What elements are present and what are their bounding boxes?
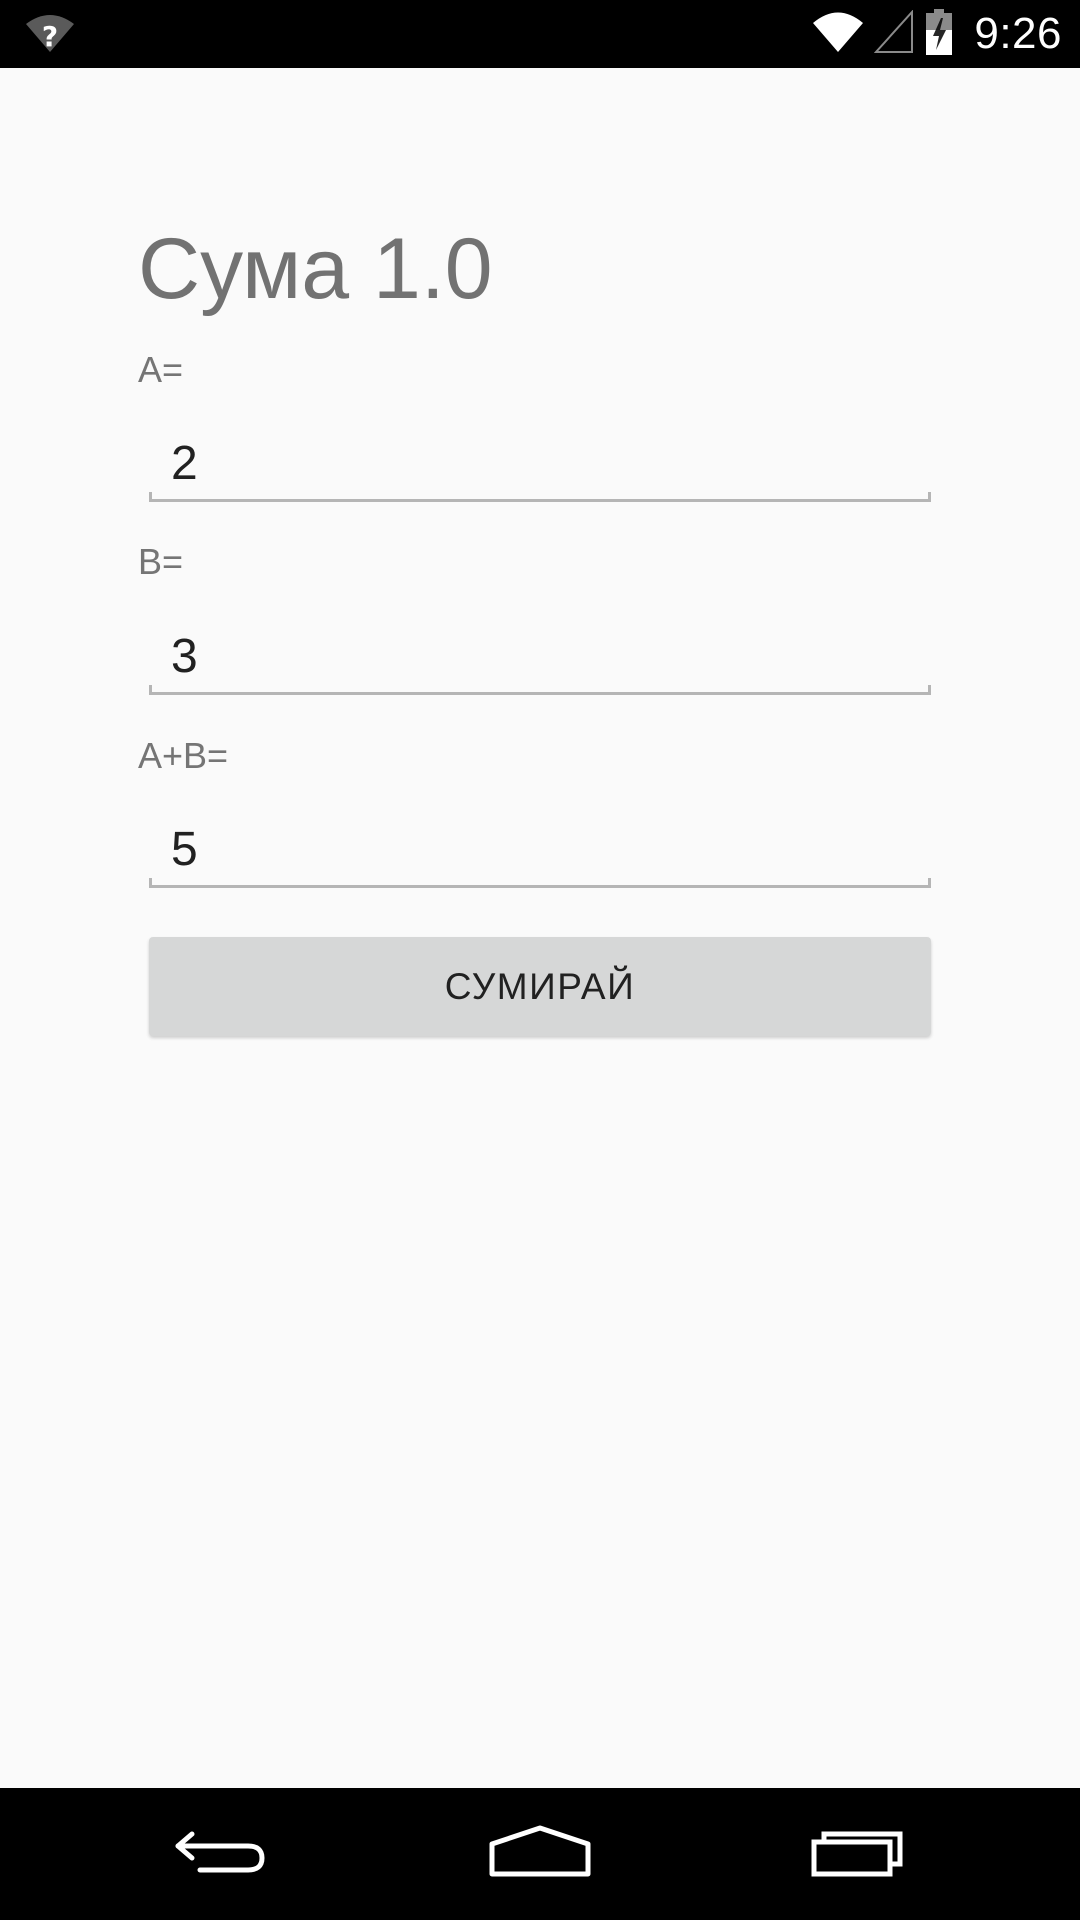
home-button[interactable] (480, 1808, 600, 1900)
cell-signal-icon (874, 9, 914, 58)
sum-input-underline (149, 878, 931, 888)
navigation-bar (0, 1788, 1080, 1920)
a-input[interactable]: 2 (149, 422, 931, 502)
sum-button[interactable]: СУМИРАЙ (149, 937, 931, 1036)
sum-input-value[interactable]: 5 (171, 826, 198, 874)
recents-icon (810, 1822, 910, 1886)
b-input[interactable]: 3 (149, 615, 931, 695)
wifi-icon (812, 10, 864, 58)
wifi-unknown-icon: ? (24, 12, 76, 56)
sum-label: A+B= (138, 735, 229, 776)
home-icon (488, 1822, 592, 1886)
status-bar: ? 9:26 (0, 0, 1080, 68)
b-input-value[interactable]: 3 (171, 633, 198, 681)
svg-text:?: ? (42, 20, 58, 53)
a-input-underline (149, 492, 931, 502)
a-input-value[interactable]: 2 (171, 440, 198, 488)
b-input-underline (149, 685, 931, 695)
status-icons: 9:26 (812, 0, 1062, 68)
status-time: 9:26 (974, 9, 1062, 58)
app-title: Сума 1.0 (138, 221, 493, 317)
b-label: B= (138, 541, 184, 582)
a-label: A= (138, 349, 184, 390)
back-button[interactable] (160, 1808, 280, 1900)
back-icon (170, 1822, 270, 1886)
sum-input[interactable]: 5 (149, 808, 931, 888)
main-content: Сума 1.0 A= 2 B= 3 A+B= 5 СУМИРАЙ (0, 68, 1080, 1788)
recents-button[interactable] (800, 1808, 920, 1900)
battery-charging-icon (924, 8, 954, 60)
screen: ? 9:26 Сума 1.0 A= 2 B= 3 A+B= 5 СУМИРАЙ (0, 0, 1080, 1920)
